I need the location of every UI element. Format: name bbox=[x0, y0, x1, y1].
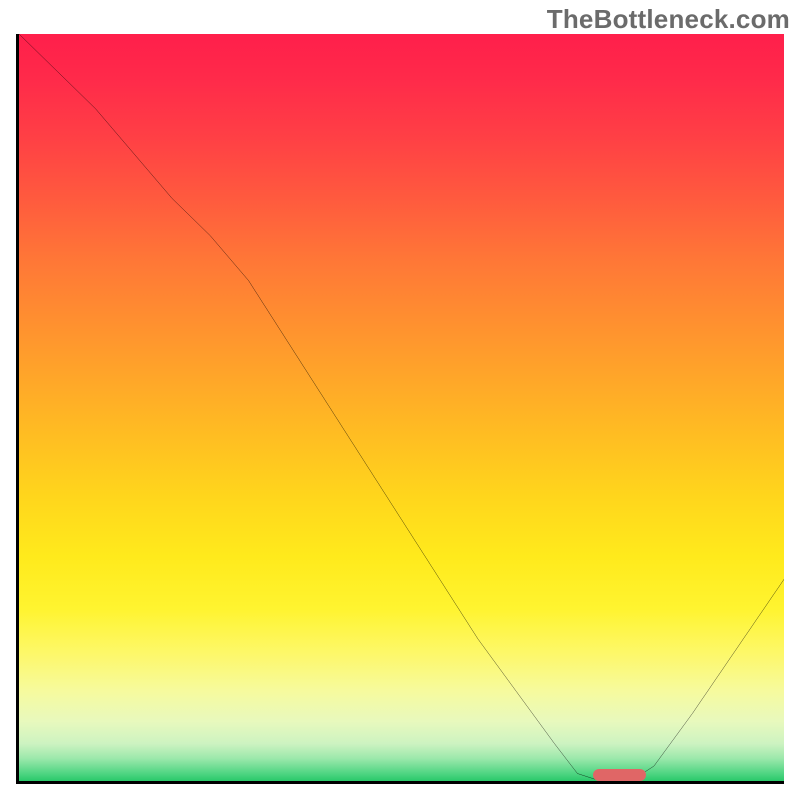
watermark-label: TheBottleneck.com bbox=[547, 4, 790, 35]
optimal-range-marker bbox=[593, 769, 647, 781]
chart-container: TheBottleneck.com bbox=[0, 0, 800, 800]
plot-area bbox=[16, 34, 784, 784]
bottleneck-curve bbox=[19, 34, 784, 781]
